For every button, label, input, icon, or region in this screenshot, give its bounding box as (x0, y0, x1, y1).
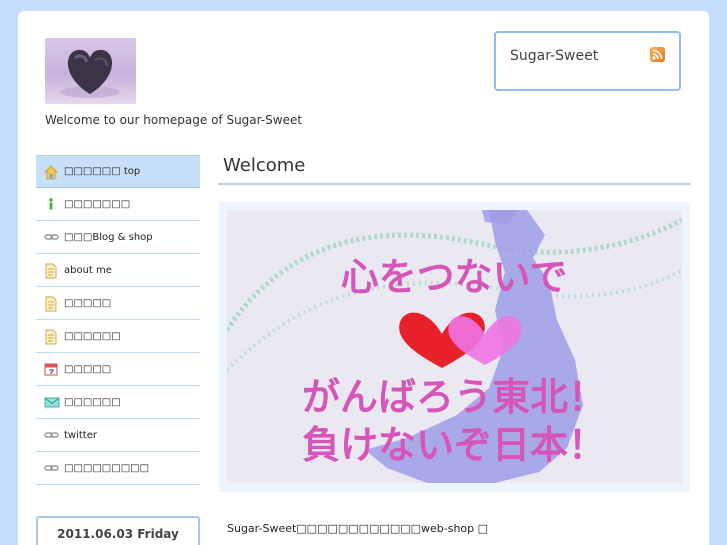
document-icon (44, 296, 58, 312)
calendar-icon (44, 362, 58, 376)
nav-item-label: twitter (64, 429, 97, 441)
nav-item-about-me[interactable]: about me (36, 254, 200, 287)
page-title: Welcome (223, 155, 306, 176)
nav-item-mail[interactable]: □□□□□□ (36, 386, 200, 419)
nav-item-info[interactable]: □□□□□□□ (36, 188, 200, 221)
nav-item-label: □□□Blog & shop (64, 231, 153, 243)
nav-item-label: □□□□□□ (64, 396, 121, 408)
banner-line-1: 心をつないで (341, 255, 568, 299)
amethyst-heart-image (60, 49, 120, 98)
nav-item-label: about me (64, 264, 112, 276)
banner-frame: 心をつないで がんばろう東北！ 負けないぞ日本！ (219, 202, 690, 492)
nav-item-blog-shop[interactable]: □□□Blog & shop (36, 221, 200, 254)
nav-item-twitter[interactable]: twitter (36, 419, 200, 452)
title-divider (218, 183, 691, 185)
nav-item-page-6[interactable]: □□□□□□ (36, 320, 200, 353)
rss-icon[interactable] (650, 47, 665, 62)
nav-item-label: □□□□□□□ (64, 198, 131, 210)
banner-image: 心をつないで がんばろう東北！ 負けないぞ日本！ (227, 210, 682, 483)
nav-item-label: □□□□□□□□□ (64, 462, 150, 474)
link-icon (44, 230, 59, 244)
nav-item-label: □□□□□□ top (64, 166, 141, 177)
date-box: 2011.06.03 Friday (36, 516, 200, 545)
link-icon (44, 428, 59, 442)
side-nav: □□□□□□ top □□□□□□□ □□□Blog & shop about … (36, 155, 200, 485)
home-icon (44, 164, 58, 179)
rss-site-name[interactable]: Sugar-Sweet (510, 48, 598, 64)
nav-item-top[interactable]: □□□□□□ top (36, 155, 200, 188)
nav-item-label: □□□□□ (64, 363, 112, 375)
nav-item-label: □□□□□□ (64, 330, 121, 342)
date-text: 2011.06.03 Friday (57, 527, 179, 541)
banner-line-2: がんばろう東北！ (302, 375, 606, 419)
site-tagline: Welcome to our homepage of Sugar-Sweet (45, 113, 303, 127)
banner-line-3: 負けないぞ日本！ (302, 423, 606, 467)
document-icon (44, 263, 58, 279)
mail-icon (44, 395, 60, 409)
site-logo[interactable] (45, 38, 136, 104)
intro-text: Sugar-Sweet□□□□□□□□□□□□web-shop □ (227, 522, 489, 535)
nav-item-label: □□□□□ (64, 297, 112, 309)
page-panel: Welcome to our homepage of Sugar-Sweet S… (18, 11, 709, 545)
nav-item-page-5[interactable]: □□□□□ (36, 287, 200, 320)
document-icon (44, 329, 58, 345)
nav-item-links[interactable]: □□□□□□□□□ (36, 452, 200, 485)
info-icon (44, 197, 58, 211)
nav-item-calendar[interactable]: □□□□□ (36, 353, 200, 386)
rss-box: Sugar-Sweet (494, 31, 681, 91)
link-icon (44, 461, 59, 475)
